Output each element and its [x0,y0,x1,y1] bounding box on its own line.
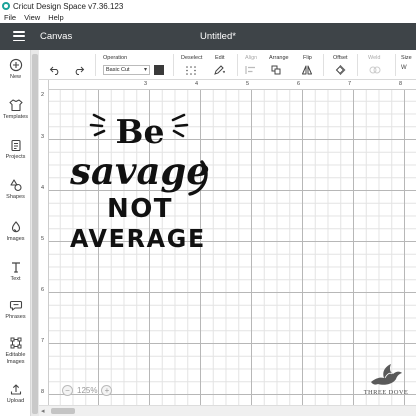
toolbar-divider [95,54,96,76]
sidebar-scrollbar[interactable] [31,50,39,416]
app-logo-icon [2,2,10,10]
sidebar-item-images[interactable]: Images [0,220,31,243]
document-title[interactable]: Untitled* [0,31,416,42]
sidebar-item-phrases[interactable]: Phrases [0,298,31,321]
ruler-number: 8 [41,389,45,395]
undo-icon[interactable] [49,65,61,75]
sidebar-item-projects[interactable]: Projects [0,138,31,161]
sidebar-item-shapes[interactable]: Shapes [0,178,31,201]
operation-color-swatch[interactable] [154,65,164,75]
toolbar-divider [357,54,358,76]
artwork-word-not: NOT [107,194,173,224]
redo-icon[interactable] [73,65,85,75]
images-icon [11,221,20,233]
shirt-icon [8,99,23,112]
horizontal-ruler: 2 3 4 5 6 7 8 [39,80,416,90]
operation-label: Operation [103,55,128,61]
toolbar-divider [237,54,238,76]
menu-file[interactable]: File [4,13,16,22]
size-label: Size [401,55,412,61]
vertical-ruler: 2 3 4 5 6 7 8 [39,80,49,416]
weld-icon [369,66,381,74]
canvas-horizontal-scrollbar[interactable]: ◂ [39,405,416,416]
flip-icon[interactable] [301,65,313,75]
deselect-icon[interactable] [185,65,197,75]
title-bar: Cricut Design Space v7.36.123 [0,0,416,12]
sidebar-label: Images [6,236,25,242]
ruler-number: 3 [144,81,148,87]
ruler-number: 5 [246,81,250,87]
ruler-number: 2 [41,92,45,98]
projects-icon [10,139,21,152]
zoom-in-button[interactable]: + [101,385,113,396]
toolbar-divider [395,54,396,76]
edit-pen-icon[interactable] [213,65,225,75]
edit-toolbar: Operation Basic Cut Deselect Edit Align … [39,50,416,80]
edit-label: Edit [215,55,225,61]
sidebar-label: New [9,74,21,80]
scroll-left-arrow-icon[interactable]: ◂ [41,407,45,415]
size-width-prefix: W [401,65,407,71]
savage-phrase-artwork[interactable]: Be savage NOT AVERAGE [62,110,212,255]
zoom-out-button[interactable]: − [62,385,73,396]
offset-label: Offset [333,55,348,61]
ruler-number: 6 [41,287,45,293]
flip-label: Flip [303,55,312,61]
window-title: Cricut Design Space v7.36.123 [13,1,124,11]
sidebar-item-new[interactable]: New [0,58,31,81]
sidebar-item-editable-images[interactable]: Editable Images [0,336,31,365]
sidebar-label: Text [10,276,21,282]
artwork-word-be: Be [116,112,165,151]
toolbar-divider [173,54,174,76]
cricut-design-space-window: Cricut Design Space v7.36.123 File View … [0,0,416,416]
zoom-control: − 125% + [62,384,113,397]
arrange-label: Arrange [269,55,289,61]
sidebar-item-text[interactable]: Text [0,260,31,283]
weld-label: Weld [368,55,381,61]
app-header: Canvas Untitled* [0,23,416,50]
menu-bar: File View Help [0,12,416,23]
menu-view[interactable]: View [24,13,40,22]
sidebar-label: Upload [6,398,25,404]
zoom-level: 125% [77,386,98,395]
upload-icon [10,384,21,395]
ruler-number: 5 [41,236,45,242]
sidebar-scrollbar-thumb[interactable] [32,54,38,414]
ruler-number: 7 [41,338,45,344]
sidebar-label: Shapes [6,194,25,200]
ruler-number: 4 [41,185,45,191]
sidebar-label: Editable Images [5,352,26,365]
three-dove-watermark: THREE DOVE [360,362,412,404]
left-sidebar: New Templates Projects Shapes Images Tex… [0,50,31,416]
plus-circle-icon [9,58,22,72]
ruler-number: 4 [195,81,199,87]
shapes-icon [9,179,22,192]
ruler-number: 3 [41,134,45,140]
deselect-label: Deselect [181,55,203,61]
align-label: Align [245,55,258,61]
offset-icon[interactable] [335,65,347,75]
editable-images-icon [10,337,21,349]
sidebar-label: Phrases [5,314,26,320]
phrases-icon [9,300,22,311]
artwork-word-average: AVERAGE [70,224,206,253]
align-icon [245,66,255,74]
arrange-icon[interactable] [271,65,283,75]
canvas-scrollbar-thumb[interactable] [51,408,75,414]
artwork-word-savage: savage [69,149,210,193]
sidebar-label: Projects [5,154,26,160]
sidebar-item-templates[interactable]: Templates [0,98,31,121]
menu-help[interactable]: Help [48,13,63,22]
text-icon [11,262,20,273]
sidebar-item-upload[interactable]: Upload [0,382,31,405]
toolbar-divider [323,54,324,76]
operation-select[interactable]: Basic Cut [103,65,150,75]
ruler-number: 6 [297,81,301,87]
ruler-number: 7 [348,81,352,87]
watermark-text: THREE DOVE [363,389,409,396]
ruler-number: 8 [399,81,403,87]
sidebar-label: Templates [2,114,29,120]
dove-logo-icon [371,364,402,385]
